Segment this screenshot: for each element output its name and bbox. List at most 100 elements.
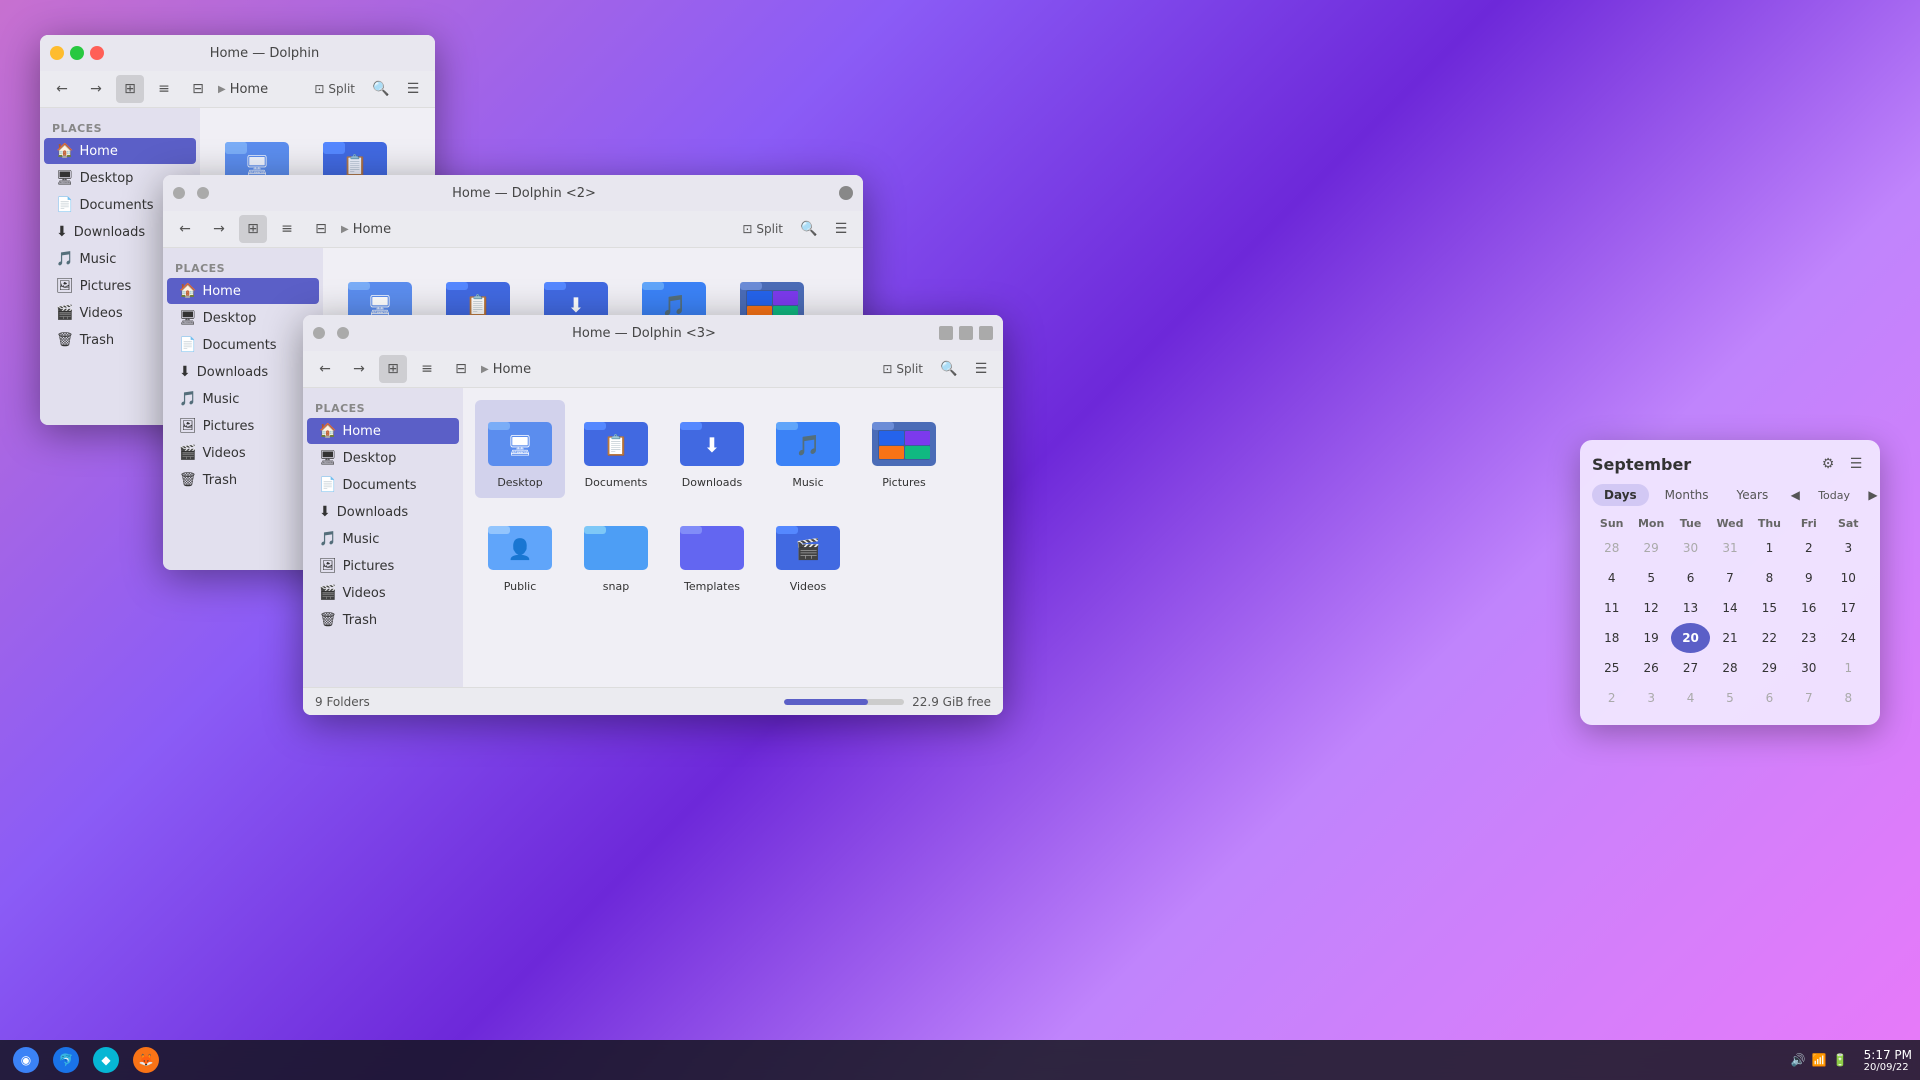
sidebar-pictures-2[interactable]: 🖼 Pictures	[167, 413, 319, 439]
sidebar-videos-3[interactable]: 🎬 Videos	[307, 580, 459, 606]
minimize-btn-1[interactable]: ─	[50, 46, 64, 60]
cal-day-4-3[interactable]: 28	[1710, 653, 1749, 683]
circle-btn-2[interactable]	[173, 187, 185, 199]
compact-view-btn-1[interactable]: ⊟	[184, 75, 212, 103]
cal-day-5-0[interactable]: 2	[1592, 683, 1631, 713]
taskbar-dolphin[interactable]: 🐬	[48, 1042, 84, 1078]
split-btn-2[interactable]: ⊡Split	[734, 219, 791, 239]
cal-day-0-0[interactable]: 28	[1592, 533, 1631, 563]
cal-day-5-2[interactable]: 4	[1671, 683, 1710, 713]
cal-next-btn[interactable]: ▶	[1862, 484, 1884, 506]
cal-today-btn[interactable]: Today	[1810, 487, 1858, 504]
sidebar-item-home-1[interactable]: 🏠 Home	[44, 138, 196, 164]
close-btn-1[interactable]: ✕	[90, 46, 104, 60]
cal-day-3-5[interactable]: 23	[1789, 623, 1828, 653]
sidebar-videos-2[interactable]: 🎬 Videos	[167, 440, 319, 466]
cal-day-0-6[interactable]: 3	[1829, 533, 1868, 563]
cal-day-0-5[interactable]: 2	[1789, 533, 1828, 563]
split-btn-1[interactable]: ⊡Split	[306, 79, 363, 99]
taskbar-network-icon[interactable]: 📶	[1812, 1053, 1827, 1067]
grid-view-btn-2[interactable]: ⊞	[239, 215, 267, 243]
cal-day-5-5[interactable]: 7	[1789, 683, 1828, 713]
menu-btn-1[interactable]: ☰	[399, 75, 427, 103]
search-btn-3[interactable]: 🔍	[935, 355, 963, 383]
cal-day-2-1[interactable]: 12	[1631, 593, 1670, 623]
cal-day-1-3[interactable]: 7	[1710, 563, 1749, 593]
sidebar-trash-3[interactable]: 🗑 Trash	[307, 607, 459, 633]
list-view-btn-3[interactable]: ≡	[413, 355, 441, 383]
search-btn-1[interactable]: 🔍	[367, 75, 395, 103]
taskbar-clock[interactable]: 5:17 PM 20/09/22	[1864, 1048, 1912, 1073]
maximize-btn-1[interactable]: □	[70, 46, 84, 60]
circle-btn-3[interactable]	[313, 327, 325, 339]
file-music-3[interactable]: 🎵 Music	[763, 400, 853, 498]
split-btn-3[interactable]: ⊡Split	[874, 359, 931, 379]
sidebar-documents-2[interactable]: 📄 Documents	[167, 332, 319, 358]
cal-day-1-1[interactable]: 5	[1631, 563, 1670, 593]
taskbar-app3[interactable]: ◆	[88, 1042, 124, 1078]
cal-day-5-4[interactable]: 6	[1750, 683, 1789, 713]
cal-day-4-1[interactable]: 26	[1631, 653, 1670, 683]
cal-day-3-0[interactable]: 18	[1592, 623, 1631, 653]
cal-day-5-1[interactable]: 3	[1631, 683, 1670, 713]
cal-day-2-6[interactable]: 17	[1829, 593, 1868, 623]
back-btn-3[interactable]: ←	[311, 355, 339, 383]
sidebar-documents-3[interactable]: 📄 Documents	[307, 472, 459, 498]
cal-tab-months[interactable]: Months	[1653, 484, 1721, 506]
cal-day-4-2[interactable]: 27	[1671, 653, 1710, 683]
cal-day-3-6[interactable]: 24	[1829, 623, 1868, 653]
close-btn-3[interactable]: ✕	[979, 326, 993, 340]
taskbar-firefox[interactable]: 🦊	[128, 1042, 164, 1078]
cal-day-2-0[interactable]: 11	[1592, 593, 1631, 623]
cal-day-2-5[interactable]: 16	[1789, 593, 1828, 623]
sidebar-downloads-3[interactable]: ⬇ Downloads	[307, 499, 459, 525]
file-pictures-3[interactable]: Pictures	[859, 400, 949, 498]
cal-day-0-4[interactable]: 1	[1750, 533, 1789, 563]
search-btn-2[interactable]: 🔍	[795, 215, 823, 243]
cal-day-3-3[interactable]: 21	[1710, 623, 1749, 653]
cal-day-2-3[interactable]: 14	[1710, 593, 1749, 623]
cal-day-3-2[interactable]: 20	[1671, 623, 1710, 653]
calendar-settings-icon[interactable]: ⚙	[1816, 452, 1840, 476]
sidebar-home-2[interactable]: 🏠 Home	[167, 278, 319, 304]
list-view-btn-2[interactable]: ≡	[273, 215, 301, 243]
cal-day-1-6[interactable]: 10	[1829, 563, 1868, 593]
cal-day-1-5[interactable]: 9	[1789, 563, 1828, 593]
taskbar-volume-icon[interactable]: 🔊	[1791, 1053, 1806, 1067]
sidebar-trash-2[interactable]: 🗑 Trash	[167, 467, 319, 493]
minimize-3[interactable]: ─	[939, 326, 953, 340]
grid-view-btn-3[interactable]: ⊞	[379, 355, 407, 383]
maximize-3[interactable]: □	[959, 326, 973, 340]
cal-day-0-2[interactable]: 30	[1671, 533, 1710, 563]
circle-btn2-2[interactable]	[197, 187, 209, 199]
back-btn-1[interactable]: ←	[48, 75, 76, 103]
file-desktop-3[interactable]: 🖥 Desktop	[475, 400, 565, 498]
file-public-3[interactable]: 👤 Public	[475, 504, 565, 602]
cal-day-2-4[interactable]: 15	[1750, 593, 1789, 623]
cal-tab-days[interactable]: Days	[1592, 484, 1649, 506]
circle-btn2-3[interactable]	[337, 327, 349, 339]
file-videos-3[interactable]: 🎬 Videos	[763, 504, 853, 602]
sidebar-downloads-2[interactable]: ⬇ Downloads	[167, 359, 319, 385]
sidebar-pictures-3[interactable]: 🖼 Pictures	[307, 553, 459, 579]
file-templates-3[interactable]: Templates	[667, 504, 757, 602]
back-btn-2[interactable]: ←	[171, 215, 199, 243]
cal-day-3-4[interactable]: 22	[1750, 623, 1789, 653]
cal-day-4-6[interactable]: 1	[1829, 653, 1868, 683]
menu-btn-3[interactable]: ☰	[967, 355, 995, 383]
cal-day-3-1[interactable]: 19	[1631, 623, 1670, 653]
cal-day-1-2[interactable]: 6	[1671, 563, 1710, 593]
sidebar-music-2[interactable]: 🎵 Music	[167, 386, 319, 412]
calendar-menu-icon[interactable]: ☰	[1844, 452, 1868, 476]
sidebar-home-3[interactable]: 🏠 Home	[307, 418, 459, 444]
close-btn-2[interactable]: ✕	[839, 186, 853, 200]
cal-day-0-3[interactable]: 31	[1710, 533, 1749, 563]
cal-day-5-3[interactable]: 5	[1710, 683, 1749, 713]
forward-btn-3[interactable]: →	[345, 355, 373, 383]
cal-day-5-6[interactable]: 8	[1829, 683, 1868, 713]
compact-view-btn-2[interactable]: ⊟	[307, 215, 335, 243]
cal-tab-years[interactable]: Years	[1725, 484, 1781, 506]
sidebar-music-3[interactable]: 🎵 Music	[307, 526, 459, 552]
cal-day-4-0[interactable]: 25	[1592, 653, 1631, 683]
forward-btn-1[interactable]: →	[82, 75, 110, 103]
